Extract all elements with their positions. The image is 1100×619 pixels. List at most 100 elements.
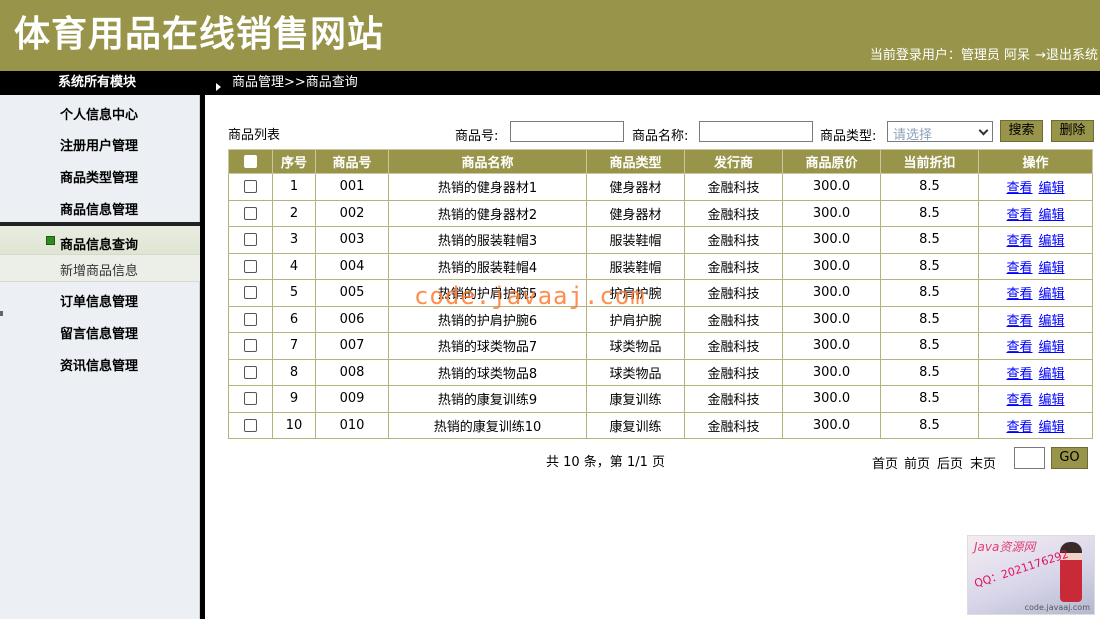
cell-discount: 8.5 xyxy=(880,199,979,227)
edit-link[interactable]: 编辑 xyxy=(1039,287,1065,302)
sidebar-item-product-types[interactable]: 商品类型管理 xyxy=(0,167,200,186)
row-checkbox[interactable] xyxy=(244,259,257,273)
cell-actions: 查看 编辑 xyxy=(978,226,1093,254)
view-link[interactable]: 查看 xyxy=(1006,261,1032,276)
view-link[interactable]: 查看 xyxy=(1006,234,1032,249)
cell-code: 004 xyxy=(315,252,389,280)
table-row: 7 007 热销的球类物品7 球类物品 金融科技 300.0 8.5 查看 编辑 xyxy=(228,332,1093,360)
view-link[interactable]: 查看 xyxy=(1006,208,1032,223)
cell-discount: 8.5 xyxy=(880,385,979,413)
last-page-link[interactable]: 末页 xyxy=(970,453,996,472)
cell-code: 008 xyxy=(315,358,389,386)
cell-type: 健身器材 xyxy=(586,173,685,201)
cell-discount: 8.5 xyxy=(880,305,979,333)
search-button[interactable]: 搜索 xyxy=(1000,120,1043,142)
top-bar: 系统所有模块 商品管理>>商品查询 xyxy=(0,71,1100,95)
cell-no: 9 xyxy=(272,385,316,413)
cell-discount: 8.5 xyxy=(880,358,979,386)
delete-button[interactable]: 删除 xyxy=(1051,120,1094,142)
row-checkbox[interactable] xyxy=(244,339,257,353)
view-link[interactable]: 查看 xyxy=(1006,340,1032,355)
cell-publisher: 金融科技 xyxy=(684,385,783,413)
view-link[interactable]: 查看 xyxy=(1006,314,1032,329)
row-checkbox[interactable] xyxy=(244,365,257,379)
prev-page-link[interactable]: 前页 xyxy=(904,453,930,472)
sidebar-item-product-query[interactable]: 商品信息查询 xyxy=(0,234,200,253)
view-link[interactable]: 查看 xyxy=(1006,287,1032,302)
cell-no: 3 xyxy=(272,226,316,254)
cell-name: 热销的康复训练10 xyxy=(388,411,587,439)
table-row: 6 006 热销的护肩护腕6 护肩护腕 金融科技 300.0 8.5 查看 编辑 xyxy=(228,305,1093,333)
product-type-select[interactable]: 请选择 xyxy=(887,121,993,143)
table-row: 10 010 热销的康复训练10 康复训练 金融科技 300.0 8.5 查看 编辑 xyxy=(228,411,1093,439)
cell-publisher: 金融科技 xyxy=(684,305,783,333)
row-checkbox[interactable] xyxy=(244,233,257,247)
view-link[interactable]: 查看 xyxy=(1006,420,1032,435)
cell-actions: 查看 编辑 xyxy=(978,173,1093,201)
first-page-link[interactable]: 首页 xyxy=(872,453,898,472)
cell-publisher: 金融科技 xyxy=(684,358,783,386)
edit-link[interactable]: 编辑 xyxy=(1039,314,1065,329)
product-code-input[interactable] xyxy=(510,121,624,142)
site-title: 体育用品在线销售网站 xyxy=(14,14,385,55)
view-link[interactable]: 查看 xyxy=(1006,393,1032,408)
cell-publisher: 金融科技 xyxy=(684,332,783,360)
cell-code: 010 xyxy=(315,411,389,439)
row-checkbox[interactable] xyxy=(244,206,257,220)
row-select-cell xyxy=(228,332,273,360)
row-checkbox[interactable] xyxy=(244,392,257,406)
row-checkbox[interactable] xyxy=(244,180,257,194)
view-link[interactable]: 查看 xyxy=(1006,367,1032,382)
col-header: 商品号 xyxy=(315,149,389,174)
row-checkbox[interactable] xyxy=(244,418,257,432)
logout-link[interactable]: →退出系统 xyxy=(1035,44,1098,63)
sidebar-item-news[interactable]: 资讯信息管理 xyxy=(0,355,200,374)
edit-link[interactable]: 编辑 xyxy=(1039,208,1065,223)
go-button[interactable]: GO xyxy=(1051,447,1088,469)
edit-link[interactable]: 编辑 xyxy=(1039,393,1065,408)
cell-name: 热销的球类物品8 xyxy=(388,358,587,386)
cell-publisher: 金融科技 xyxy=(684,226,783,254)
edit-link[interactable]: 编辑 xyxy=(1039,420,1065,435)
product-type-selected: 请选择 xyxy=(893,128,933,143)
cell-no: 6 xyxy=(272,305,316,333)
edit-link[interactable]: 编辑 xyxy=(1039,181,1065,196)
sidebar-item-users[interactable]: 注册用户管理 xyxy=(0,135,200,154)
sidebar-item-add-product[interactable]: 新增商品信息 xyxy=(60,260,138,279)
sidebar-item-products[interactable]: 商品信息管理 xyxy=(0,199,200,218)
cell-name: 热销的服装鞋帽4 xyxy=(388,252,587,280)
row-select-cell xyxy=(228,173,273,201)
table-header-row: 序号 商品号 商品名称 商品类型 发行商 商品原价 当前折扣 操作 xyxy=(228,149,1093,174)
cell-publisher: 金融科技 xyxy=(684,252,783,280)
sidebar-item-profile[interactable]: 个人信息中心 xyxy=(0,104,200,123)
cell-actions: 查看 编辑 xyxy=(978,279,1093,307)
sidebar-item-orders[interactable]: 订单信息管理 xyxy=(0,291,200,310)
product-table: 序号 商品号 商品名称 商品类型 发行商 商品原价 当前折扣 操作 1 001 热销… xyxy=(228,149,1093,439)
sidebar-divider xyxy=(200,95,205,619)
badge-url: code.javaaj.com xyxy=(1024,603,1090,612)
cell-publisher: 金融科技 xyxy=(684,173,783,201)
edit-link[interactable]: 编辑 xyxy=(1039,340,1065,355)
list-title: 商品列表 xyxy=(228,128,281,143)
edit-link[interactable]: 编辑 xyxy=(1039,234,1065,249)
cell-publisher: 金融科技 xyxy=(684,199,783,227)
table-row: 5 005 热销的护肩护腕5 护肩护腕 金融科技 300.0 8.5 查看 编辑 xyxy=(228,279,1093,307)
cell-price: 300.0 xyxy=(782,252,881,280)
row-checkbox[interactable] xyxy=(244,286,257,300)
col-header: 当前折扣 xyxy=(880,149,979,174)
row-checkbox[interactable] xyxy=(244,312,257,326)
row-select-cell xyxy=(228,252,273,280)
page-number-input[interactable] xyxy=(1014,447,1045,469)
sidebar-item-messages[interactable]: 留言信息管理 xyxy=(0,323,200,342)
cell-discount: 8.5 xyxy=(880,226,979,254)
view-link[interactable]: 查看 xyxy=(1006,181,1032,196)
col-header: 商品类型 xyxy=(586,149,685,174)
next-page-link[interactable]: 后页 xyxy=(937,453,963,472)
cell-price: 300.0 xyxy=(782,173,881,201)
select-all-checkbox[interactable] xyxy=(244,155,257,168)
col-header: 发行商 xyxy=(684,149,783,174)
cell-price: 300.0 xyxy=(782,199,881,227)
edit-link[interactable]: 编辑 xyxy=(1039,367,1065,382)
product-name-input[interactable] xyxy=(699,121,813,142)
edit-link[interactable]: 编辑 xyxy=(1039,261,1065,276)
